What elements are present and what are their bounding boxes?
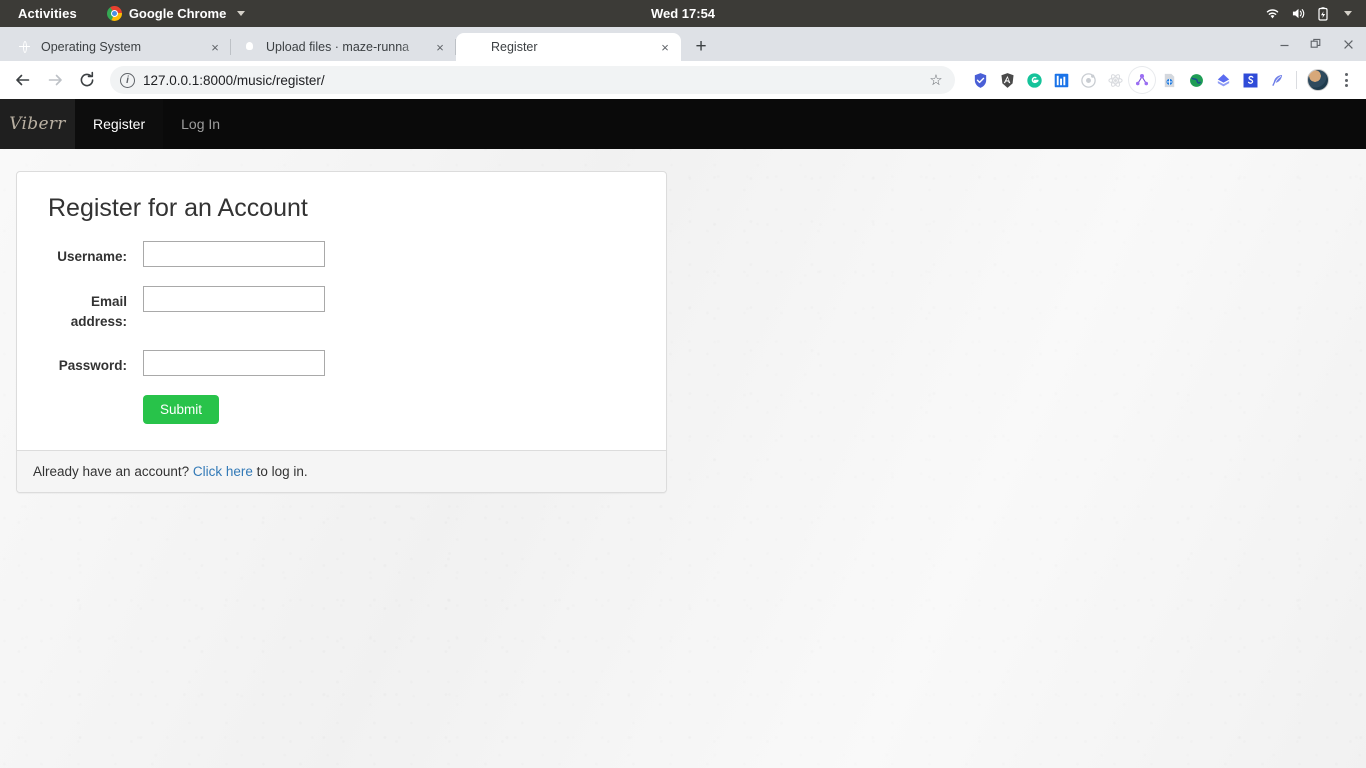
tab-register[interactable]: Register × (456, 33, 681, 61)
tab-close-icon[interactable]: × (657, 39, 673, 55)
browser-toolbar: i 127.0.0.1:8000/music/register/ ☆ (0, 61, 1366, 99)
diamond-extension-icon[interactable] (1210, 67, 1236, 93)
email-label: Email address: (70, 294, 127, 329)
card-footer: Already have an account? Click here to l… (17, 450, 666, 493)
info-icon[interactable]: i (120, 72, 135, 88)
window-controls (1268, 31, 1366, 57)
battery-icon (1317, 6, 1329, 21)
new-tab-button[interactable]: + (687, 33, 715, 61)
avatar[interactable] (1307, 69, 1329, 91)
feather-extension-icon[interactable] (1264, 67, 1290, 93)
volume-icon (1291, 7, 1306, 20)
react-icon[interactable] (1102, 67, 1128, 93)
chevron-down-icon (237, 11, 246, 16)
submit-spacer (33, 395, 143, 401)
current-app-label: Google Chrome (128, 6, 227, 21)
login-link[interactable]: Click here (193, 464, 253, 479)
activities-button[interactable]: Activities (10, 6, 85, 21)
submit-field-wrap: Submit (143, 395, 650, 425)
bookmark-star-icon[interactable]: ☆ (923, 67, 949, 93)
form-row-username: Username: (33, 241, 650, 267)
maximize-restore-button[interactable] (1300, 31, 1332, 57)
globe-icon (17, 39, 33, 55)
extensions-row (963, 67, 1358, 93)
chrome-logo-icon (106, 6, 122, 21)
tab-close-icon[interactable]: × (432, 39, 448, 55)
register-card-body: Register for an Account Username: Email … (17, 172, 666, 450)
forward-button[interactable] (40, 65, 70, 95)
clock-label[interactable]: Wed 17:54 (651, 6, 715, 21)
page-body: Register for an Account Username: Email … (0, 149, 1366, 494)
chart-extension-icon[interactable] (1048, 67, 1074, 93)
tab-close-icon[interactable]: × (207, 39, 223, 55)
grammarly-icon[interactable] (1021, 67, 1047, 93)
activities-label: Activities (18, 6, 77, 21)
site-navbar: Viberr Register Log In (0, 99, 1366, 149)
brand-logo[interactable]: Viberr (0, 99, 75, 149)
tab-upload-files[interactable]: Upload files · maze-runna × (231, 33, 456, 61)
blue-s-extension-icon[interactable] (1237, 67, 1263, 93)
wifi-icon (1265, 7, 1280, 20)
molecule-icon[interactable] (1129, 67, 1155, 93)
current-app-menu[interactable]: Google Chrome (106, 6, 246, 21)
nav-item-register[interactable]: Register (75, 99, 164, 149)
chrome-window: Operating System × Upload files · maze-r… (0, 27, 1366, 768)
angular-icon[interactable] (994, 67, 1020, 93)
form-row-submit: Submit (33, 395, 650, 425)
tab-title: Operating System (41, 40, 142, 54)
url-text: 127.0.0.1:8000/music/register/ (143, 72, 325, 88)
footer-prefix-text: Already have an account? (33, 464, 193, 480)
system-indicators[interactable] (1265, 6, 1356, 21)
gnome-top-bar: Activities Google Chrome Wed 17:54 (0, 0, 1366, 27)
register-form: Username: Email address: Password: Submi… (33, 241, 650, 425)
minimize-button[interactable] (1268, 31, 1300, 57)
form-row-email: Email address: (33, 286, 650, 331)
tab-operating-system[interactable]: Operating System × (6, 33, 231, 61)
globe-extension-icon[interactable] (1183, 67, 1209, 93)
tab-title: Register (491, 40, 538, 54)
shield-icon[interactable] (967, 67, 993, 93)
email-field-wrap (143, 286, 650, 312)
email-input[interactable] (143, 286, 325, 312)
password-input[interactable] (143, 350, 325, 377)
page-title: Register for an Account (48, 194, 308, 222)
username-input[interactable] (143, 241, 325, 267)
address-bar[interactable]: i 127.0.0.1:8000/music/register/ ☆ (110, 66, 955, 94)
username-label: Username: (57, 249, 127, 264)
form-row-password: Password: (33, 350, 650, 377)
document-extension-icon[interactable] (1156, 67, 1182, 93)
system-menu-chevron-icon (1344, 11, 1352, 16)
kebab-menu-icon[interactable] (1334, 67, 1358, 93)
back-button[interactable] (8, 65, 38, 95)
username-field-wrap (143, 241, 650, 267)
close-button[interactable] (1332, 31, 1364, 57)
password-field-wrap (143, 350, 650, 377)
footer-suffix-text: to log in. (252, 464, 308, 480)
reload-button[interactable] (72, 65, 102, 95)
toolbar-divider (1296, 71, 1297, 89)
register-site-icon (467, 39, 483, 55)
password-label: Password: (58, 358, 127, 374)
tab-title: Upload files · maze-runna (266, 40, 410, 54)
tab-strip: Operating System × Upload files · maze-r… (0, 27, 1366, 61)
github-icon (242, 39, 258, 55)
submit-button[interactable]: Submit (143, 395, 220, 425)
register-card: Register for an Account Username: Email … (16, 171, 667, 494)
ionic-icon[interactable] (1075, 67, 1101, 93)
nav-item-login[interactable]: Log In (163, 99, 238, 149)
page-viewport: Viberr Register Log In Register for an A… (0, 99, 1366, 768)
